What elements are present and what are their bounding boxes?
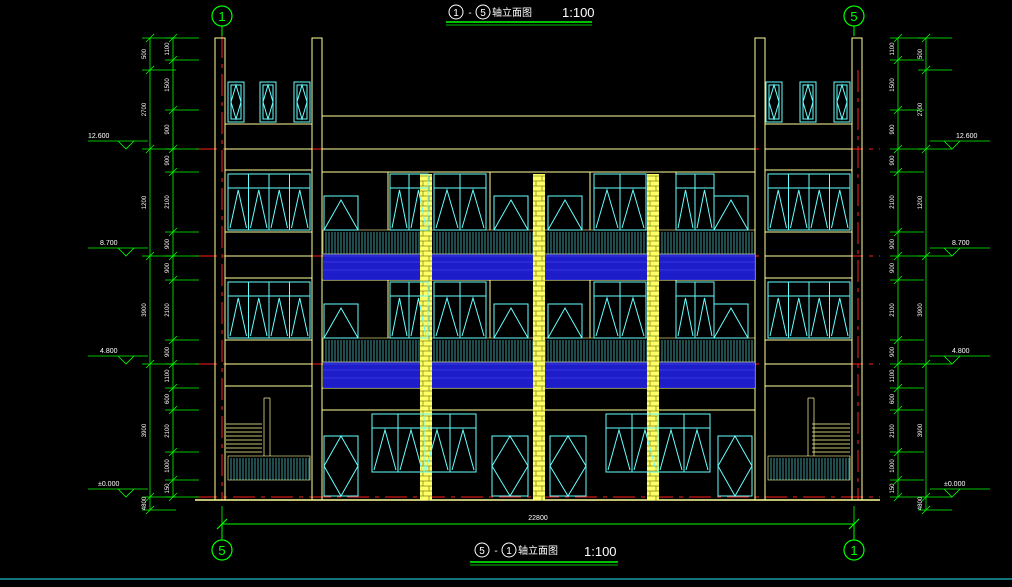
svg-text:3900: 3900 — [142, 423, 148, 437]
elev-left-0000: ±0.000 — [88, 481, 148, 498]
svg-text:900: 900 — [890, 155, 896, 166]
svg-text:2100: 2100 — [890, 195, 896, 209]
elev-label-left-0: 12.600 — [88, 133, 110, 140]
svg-text:3900: 3900 — [918, 303, 924, 317]
svg-text:600: 600 — [165, 393, 171, 404]
svg-text:1000: 1000 — [890, 459, 896, 473]
svg-text:600: 600 — [890, 393, 896, 404]
top-title-scale: 1:100 — [562, 5, 595, 20]
elev-right-4800: 4.800 — [930, 348, 990, 365]
svg-text:4800: 4800 — [918, 496, 924, 510]
svg-text:150: 150 — [890, 483, 896, 494]
top-title-name: 轴立面图 — [492, 6, 532, 19]
axis-top-right-label: 5 — [850, 9, 857, 24]
svg-text:2700: 2700 — [918, 102, 924, 116]
elevation-drawing: 1 - 5 轴立面图 1:100 5 - 1 轴立面图 1:100 1 5 5 … — [0, 4, 1012, 580]
svg-text:2100: 2100 — [165, 424, 171, 438]
left-dimensions: 500 2700 1200 3900 3900 4800 1100 1500 900 900 210… — [142, 33, 199, 515]
svg-text:2100: 2100 — [890, 424, 896, 438]
svg-text:2100: 2100 — [165, 303, 171, 317]
bottom-title-from-axis: 5 — [479, 546, 485, 557]
bottom-title-scale: 1:100 — [584, 544, 617, 559]
axis-bottom-left-label: 5 — [218, 543, 225, 558]
svg-text:1100: 1100 — [165, 42, 171, 56]
svg-text:1200: 1200 — [918, 195, 924, 209]
elev-label-left-2: 4.800 — [100, 348, 118, 355]
overall-width-label: 22800 — [528, 515, 548, 522]
top-title-from-axis: 1 — [453, 8, 459, 19]
axis-top-left-label: 1 — [218, 9, 225, 24]
axis-bottom-right-label: 1 — [850, 543, 857, 558]
elev-right-8700: 8.700 — [930, 240, 990, 257]
svg-text:1100: 1100 — [890, 42, 896, 56]
svg-text:900: 900 — [165, 238, 171, 249]
svg-text:900: 900 — [890, 346, 896, 357]
right-dimensions: 1100 1500 900 900 2100 900 900 2100 900 1100 600 21… — [890, 33, 952, 515]
svg-text:2700: 2700 — [142, 102, 148, 116]
svg-text:500: 500 — [918, 48, 924, 59]
svg-text:3900: 3900 — [918, 423, 924, 437]
svg-text:1100: 1100 — [890, 369, 896, 383]
elev-left-4800: 4.800 — [88, 348, 148, 365]
bottom-title-dash: - — [494, 546, 497, 557]
bottom-title-to-axis: 1 — [506, 546, 512, 557]
svg-text:3900: 3900 — [142, 303, 148, 317]
svg-text:900: 900 — [165, 124, 171, 135]
svg-text:900: 900 — [165, 262, 171, 273]
svg-text:1200: 1200 — [142, 195, 148, 209]
elev-right-0000: ±0.000 — [930, 481, 990, 498]
elev-label-right-2: 4.800 — [952, 348, 970, 355]
svg-text:1500: 1500 — [890, 78, 896, 92]
elev-left-8700: 8.700 — [88, 240, 148, 257]
svg-text:4800: 4800 — [142, 496, 148, 510]
svg-text:900: 900 — [890, 238, 896, 249]
top-title-dash: - — [468, 8, 471, 19]
svg-text:1500: 1500 — [165, 78, 171, 92]
top-title-block: 1 - 5 轴立面图 1:100 — [446, 4, 595, 26]
svg-text:900: 900 — [165, 346, 171, 357]
elev-left-12600: 12.600 — [88, 133, 148, 150]
svg-text:1000: 1000 — [165, 459, 171, 473]
elev-label-right-0: 12.600 — [956, 133, 978, 140]
svg-text:2100: 2100 — [890, 303, 896, 317]
svg-text:900: 900 — [165, 155, 171, 166]
top-title-to-axis: 5 — [480, 8, 486, 19]
svg-text:500: 500 — [142, 48, 148, 59]
elev-label-right-3: ±0.000 — [944, 481, 965, 488]
elev-label-right-1: 8.700 — [952, 240, 970, 247]
svg-text:1100: 1100 — [165, 369, 171, 383]
elev-right-12600: 12.600 — [930, 133, 990, 150]
svg-text:150: 150 — [165, 483, 171, 494]
svg-text:2100: 2100 — [165, 195, 171, 209]
svg-text:900: 900 — [890, 262, 896, 273]
svg-text:900: 900 — [890, 124, 896, 135]
overall-dimension: 22800 — [216, 506, 860, 530]
bottom-title-block: 5 - 1 轴立面图 1:100 — [470, 542, 618, 566]
elev-label-left-1: 8.700 — [100, 240, 118, 247]
bottom-title-name: 轴立面图 — [518, 544, 558, 557]
elev-label-left-3: ±0.000 — [98, 481, 119, 488]
